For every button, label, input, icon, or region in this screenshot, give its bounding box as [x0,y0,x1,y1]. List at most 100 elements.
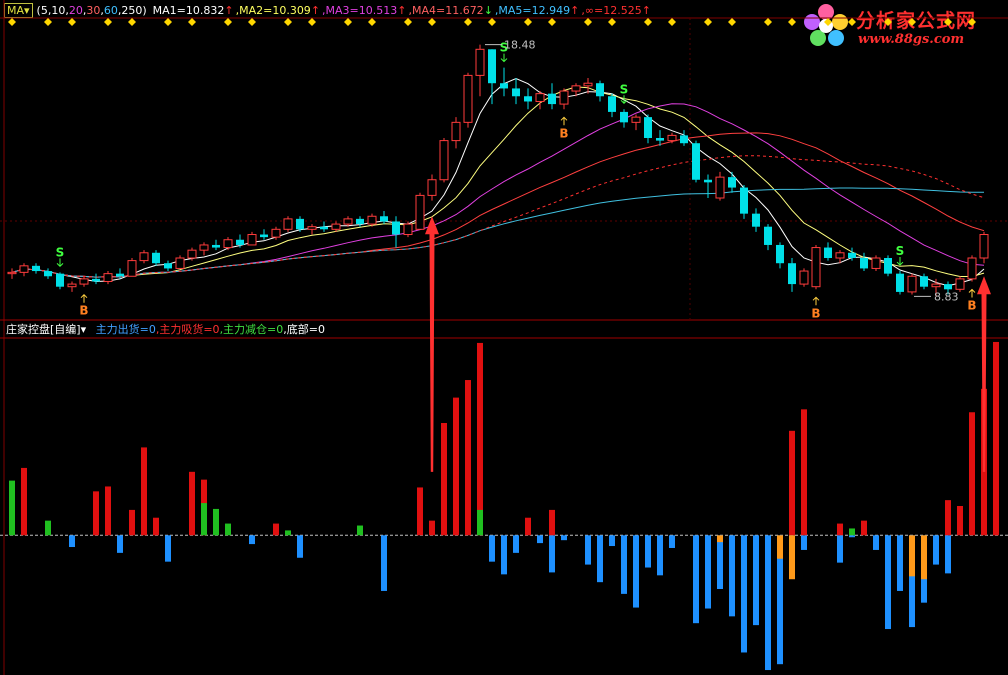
indicator-bar [969,412,975,536]
indicator-bar [201,503,207,536]
indicator-bar [765,535,771,671]
indicator-bar [93,491,99,536]
indicator-bar [657,535,663,576]
indicator-bar [69,535,75,548]
indicator-bar [189,471,195,536]
candle-body [164,263,172,269]
candle-body [223,239,233,249]
indicator-bar [225,523,231,536]
marker-diamond-icon [704,18,712,26]
indicator-bar [525,517,531,536]
marker-diamond-icon [464,18,472,26]
ma-line [11,103,985,278]
ma-line [11,187,984,278]
candle-body [559,90,569,105]
up-arrow-icon [812,296,820,306]
ma-line [11,86,985,278]
candle-body [236,239,244,245]
indicator-bar [297,535,303,558]
marker-diamond-icon [824,18,832,26]
marker-diamond-icon [908,18,916,26]
candle-body [331,223,341,230]
candle-body [500,83,508,89]
indicator-bar [837,535,843,563]
sell-signal-label: S [896,244,905,258]
indicator-bar [429,520,435,536]
candle-body [967,257,977,280]
candle-body [979,234,989,259]
indicator-bar [597,535,603,583]
candle-body [608,96,616,112]
candle-body [715,176,725,199]
candle-body [848,252,856,258]
indicator-bar [249,535,255,545]
indicator-bar [897,535,903,591]
indicator-bar [537,535,543,544]
chart-canvas: SBSBSBSB18.488.83 [0,0,1008,675]
candle-body [667,134,677,142]
candle-body [44,271,52,277]
indicator-bar [549,535,555,573]
candle-body [79,278,89,285]
indicator-bar [441,423,447,536]
marker-diamond-icon [644,18,652,26]
candle-body [752,213,760,227]
candle-body [187,249,197,259]
up-arrow-icon [560,116,568,126]
indicator-bar [549,509,555,536]
indicator-bar [645,535,651,568]
indicator-bar [741,535,747,653]
indicator-bar [957,506,963,536]
candle-body [944,284,952,290]
indicator-bar [873,535,879,550]
candle-body [415,194,425,230]
candle-body [860,258,868,269]
candle-body [571,85,581,92]
candle-body [824,247,832,258]
candle-body [271,228,281,238]
buy-signal-label: B [967,298,976,312]
indicator-bar [885,535,891,630]
marker-diamond-icon [404,18,412,26]
indicator-bar [789,430,795,536]
indicator-bar [693,535,699,624]
marker-diamond-icon [104,18,112,26]
marker-diamond-icon [68,18,76,26]
sell-signal-label: S [620,82,629,96]
candle-body [488,49,496,84]
candle-body [92,278,100,282]
indicator-bar [717,535,723,543]
marker-diamond-icon [728,18,736,26]
marker-diamond-icon [608,18,616,26]
indicator-bar [501,535,507,575]
candle-body [343,218,353,225]
candle-body [463,74,473,123]
indicator-bar [609,535,615,547]
indicator-bar [621,535,627,594]
indicator-bar [777,535,783,559]
candle-body [931,283,941,288]
down-arrow-icon [896,257,904,266]
marker-diamond-icon [128,18,136,26]
buy-signal-label: B [559,126,568,140]
candle-body [19,265,29,273]
candle-body [67,283,77,288]
marker-diamond-icon [968,18,976,26]
marker-diamond-icon [164,18,172,26]
marker-diamond-icon [284,18,292,26]
indicator-bar [273,523,279,536]
indicator-bar [117,535,123,553]
indicator-bar [585,535,591,565]
candle-body [631,116,641,123]
candle-body [139,252,149,262]
candle-body [260,234,268,238]
candle-body [955,278,965,290]
candle-body [583,82,593,87]
candle-body [32,265,40,272]
indicator-bar [669,535,675,548]
candle-body [764,226,772,245]
candle-body [320,226,328,230]
indicator-bar [801,535,807,550]
candle-body [740,187,748,214]
marker-diamond-icon [524,18,532,26]
